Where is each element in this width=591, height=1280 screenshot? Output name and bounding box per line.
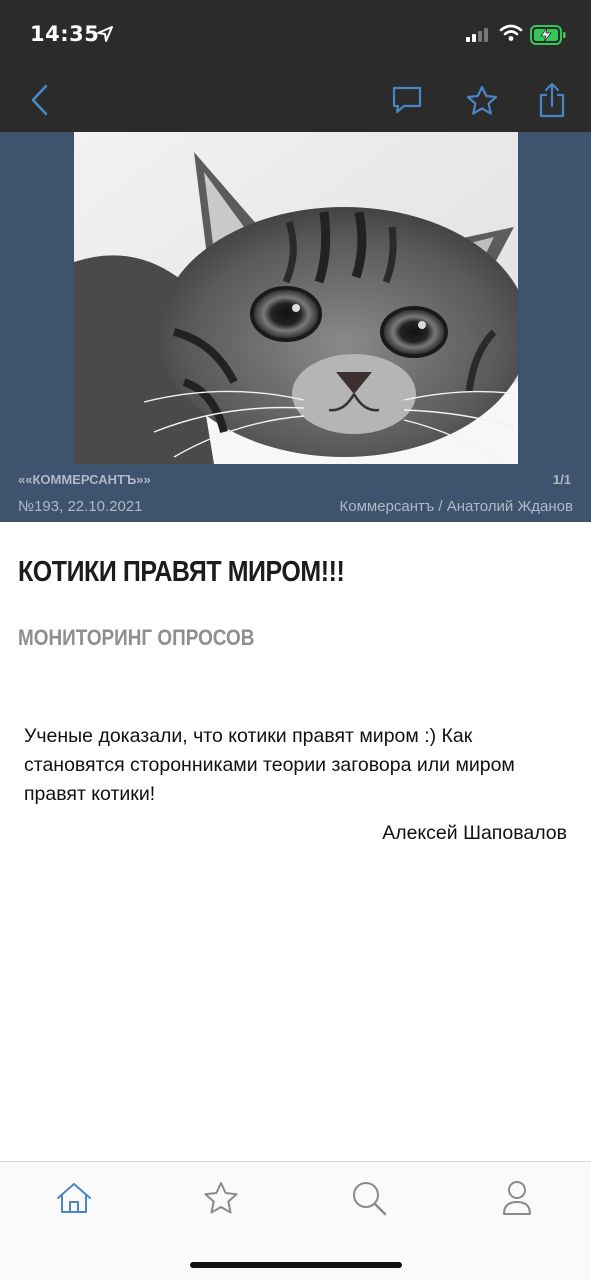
- cat-photo[interactable]: [74, 132, 518, 464]
- status-bar: 14:35: [0, 0, 591, 68]
- comment-icon: [392, 86, 422, 114]
- share-icon: [539, 82, 565, 118]
- article-hero: ««КОММЕРСАНТЪ»» 1/1 №193, 22.10.2021 Ком…: [0, 132, 591, 522]
- tab-home[interactable]: [54, 1178, 94, 1218]
- share-button[interactable]: [534, 80, 570, 120]
- article-title: КОТИКИ ПРАВЯТ МИРОМ!!!: [18, 556, 345, 588]
- article-author: Алексей Шаповалов: [382, 822, 567, 844]
- article-body: Ученые доказали, что котики правят миром…: [24, 725, 515, 805]
- tab-favorites[interactable]: [201, 1178, 241, 1218]
- issue-date: №193, 22.10.2021: [18, 498, 143, 515]
- profile-icon: [503, 1181, 531, 1215]
- location-arrow-icon: [96, 25, 114, 48]
- star-icon: [466, 85, 498, 115]
- publication-source: ««КОММЕРСАНТЪ»»: [18, 472, 151, 487]
- favorite-button[interactable]: [464, 82, 500, 118]
- wifi-icon: [499, 24, 523, 47]
- battery-charging-icon: [530, 25, 566, 50]
- home-icon: [57, 1183, 91, 1213]
- star-icon: [204, 1181, 238, 1213]
- photo-credit: Коммерсантъ / Анатолий Жданов: [339, 498, 574, 515]
- tab-search[interactable]: [349, 1178, 389, 1218]
- back-chevron-icon: [31, 84, 48, 116]
- home-indicator: [190, 1262, 402, 1268]
- article-rubric: МОНИТОРИНГ ОПРОСОВ: [18, 625, 255, 650]
- back-button[interactable]: [22, 82, 56, 118]
- comments-button[interactable]: [388, 82, 426, 118]
- tab-profile[interactable]: [497, 1178, 537, 1218]
- status-time: 14:35: [30, 22, 100, 46]
- navigation-bar: [0, 68, 591, 132]
- search-icon: [353, 1182, 387, 1216]
- image-counter: 1/1: [552, 472, 571, 487]
- cellular-signal-icon: [466, 28, 492, 47]
